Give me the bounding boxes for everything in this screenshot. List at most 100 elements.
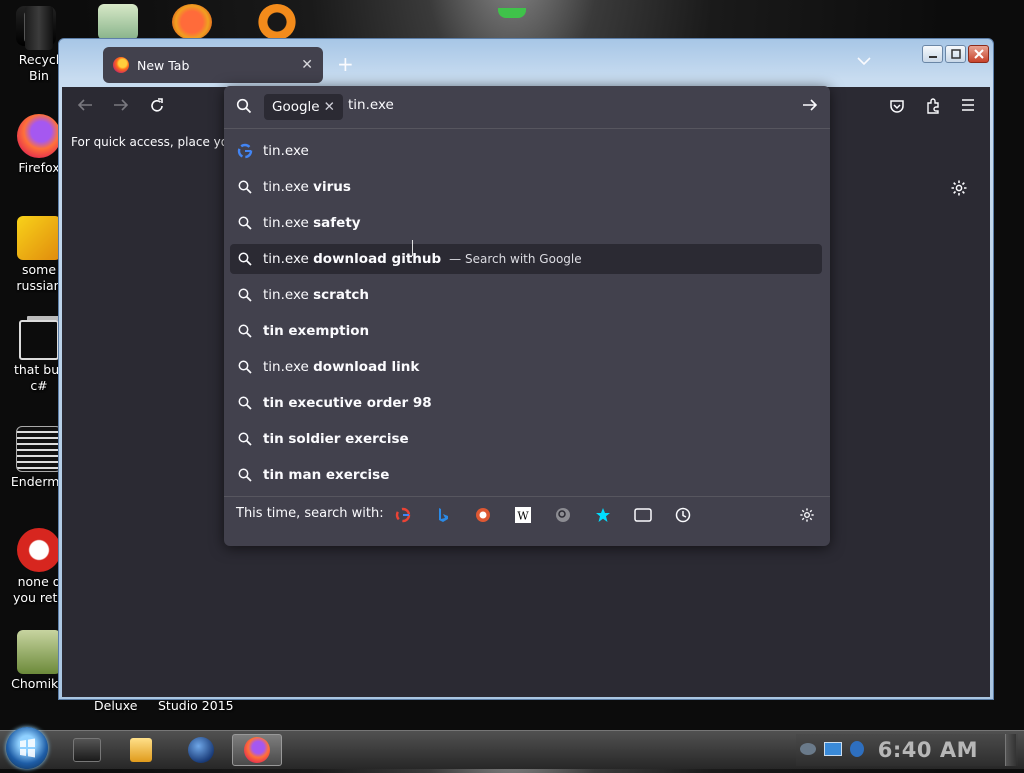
paint-app-icon[interactable] — [172, 4, 212, 40]
suggestion-row[interactable]: tin.exe download link — [230, 352, 822, 382]
back-button[interactable] — [76, 97, 94, 118]
suggestion-completion: tin executive order 98 — [263, 395, 432, 411]
suggestion-row[interactable]: tin.exe virus — [230, 172, 822, 202]
suggestion-row[interactable]: tin soldier exercise — [230, 424, 822, 454]
maximize-icon — [950, 49, 961, 59]
dino-icon — [17, 528, 61, 572]
suggestion-completion: safety — [313, 215, 361, 231]
puzzle-icon — [927, 98, 939, 114]
windows-logo-icon — [20, 738, 35, 758]
desktop-caption: Deluxe — [94, 698, 138, 713]
taskbar-clock[interactable]: 6:40 AM — [878, 738, 978, 762]
tray-security-icon[interactable] — [850, 741, 864, 757]
url-input[interactable]: tin.exe — [348, 97, 394, 113]
suggestion-row[interactable]: tin.exe — [230, 136, 822, 166]
camera-icon — [73, 738, 101, 762]
search-icon — [236, 396, 254, 410]
start-button[interactable] — [6, 727, 48, 769]
bing-icon — [439, 508, 448, 522]
mail-icon[interactable] — [98, 4, 138, 40]
taskbar-app-3[interactable] — [176, 734, 226, 766]
search-engine-chip[interactable]: Google ✕ — [264, 94, 343, 120]
arrow-right-icon — [803, 99, 818, 111]
divider — [224, 128, 830, 129]
search-engine-button[interactable] — [552, 504, 574, 526]
globe-icon — [188, 737, 214, 763]
one-off-label: This time, search with: — [236, 506, 384, 521]
gear-icon — [951, 180, 967, 196]
wikipedia-engine-button[interactable]: W — [512, 504, 534, 526]
taskbar-app-1[interactable] — [62, 734, 112, 766]
suggestion-row[interactable]: tin executive order 98 — [230, 388, 822, 418]
suggestion-completion: tin man exercise — [263, 467, 390, 483]
bing-engine-button[interactable] — [432, 504, 454, 526]
go-button[interactable] — [802, 97, 818, 117]
duckduckgo-engine-button[interactable] — [472, 504, 494, 526]
suggestion-completion: tin soldier exercise — [263, 431, 409, 447]
app-menu-button[interactable] — [960, 97, 976, 118]
search-icon — [236, 252, 254, 266]
list-all-tabs-button[interactable] — [857, 55, 871, 69]
tabs-search-button[interactable] — [632, 504, 654, 526]
new-tab-settings-button[interactable] — [950, 179, 968, 197]
pocket-button[interactable] — [888, 97, 906, 120]
hamburger-menu-icon — [962, 99, 974, 111]
star-icon — [596, 508, 610, 522]
google-icon — [395, 507, 411, 523]
suggestion-row[interactable]: tin man exercise — [230, 460, 822, 490]
urlbar[interactable]: Google ✕ tin.exe — [224, 86, 830, 128]
search-icon-glyph — [236, 98, 252, 114]
history-search-button[interactable] — [672, 504, 694, 526]
maximize-button[interactable] — [945, 45, 966, 63]
tray-speaker-icon[interactable] — [800, 743, 816, 755]
suggestion-row[interactable]: tin exemption — [230, 316, 822, 346]
suggestion-row[interactable]: tin.exe safety — [230, 208, 822, 238]
close-icon — [973, 49, 984, 59]
forward-button[interactable] — [112, 97, 130, 118]
tab-new-tab[interactable]: New Tab ✕ — [103, 47, 323, 83]
tray-network-icon[interactable] — [824, 742, 842, 756]
extensions-button[interactable] — [924, 97, 942, 120]
google-icon — [236, 143, 254, 159]
suggestion-completion: scratch — [313, 287, 370, 303]
search-settings-button[interactable] — [796, 504, 818, 526]
suggestion-prefix: tin.exe — [263, 215, 309, 231]
search-icon — [236, 216, 254, 230]
urlbar-popup: Google ✕ tin.exe tin.exe tin.exe virus ti… — [224, 86, 830, 546]
svg-text:W: W — [517, 510, 529, 523]
remove-engine-button[interactable]: ✕ — [324, 99, 335, 115]
media-player-icon — [130, 738, 152, 762]
search-icon — [236, 324, 254, 338]
recycle-bin-icon — [25, 6, 53, 50]
duckduckgo-icon — [476, 508, 490, 522]
de-app-icon — [17, 216, 61, 260]
show-desktop-button[interactable] — [1005, 734, 1016, 766]
green-indicator-icon — [498, 8, 526, 18]
close-window-button[interactable] — [968, 45, 989, 63]
new-tab-button[interactable]: + — [337, 53, 354, 75]
reload-button[interactable] — [148, 97, 166, 120]
suggestion-action-text: — Search with Google — [449, 252, 582, 266]
copy-files-icon — [19, 320, 59, 360]
tab-close-button[interactable]: ✕ — [301, 57, 313, 73]
bookmarks-search-button[interactable] — [592, 504, 614, 526]
suggestion-prefix: tin.exe — [263, 359, 309, 375]
hamster-box-icon — [17, 630, 61, 674]
suggestion-row[interactable]: tin.exe scratch — [230, 280, 822, 310]
suggestion-row-selected[interactable]: tin.exe download github — Search with Go… — [230, 244, 822, 274]
text-cursor-icon — [412, 240, 415, 256]
search-icon — [236, 432, 254, 446]
search-icon — [236, 468, 254, 482]
taskbar-media-player[interactable] — [116, 734, 166, 766]
search-engine-name: Google — [272, 99, 320, 115]
google-engine-button[interactable] — [392, 504, 414, 526]
taskbar-firefox[interactable] — [232, 734, 282, 766]
system-tray: 6:40 AM — [796, 734, 1018, 766]
firefox-icon — [17, 114, 61, 158]
minimize-button[interactable] — [922, 45, 943, 63]
circle-app-icon[interactable] — [258, 4, 296, 40]
pocket-icon — [890, 100, 904, 113]
tab-title: New Tab — [137, 57, 190, 73]
search-icon — [236, 360, 254, 374]
window-controls — [922, 45, 989, 63]
